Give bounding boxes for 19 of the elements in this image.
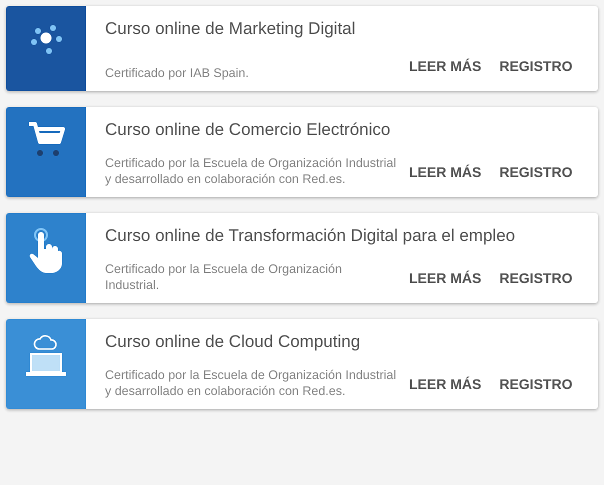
- course-title: Curso online de Comercio Electrónico: [105, 119, 392, 141]
- read-more-button[interactable]: LEER MÁS: [405, 266, 486, 291]
- register-button[interactable]: REGISTRO: [495, 160, 576, 185]
- pointing-hand-icon: [29, 227, 63, 275]
- read-more-button[interactable]: LEER MÁS: [405, 160, 486, 185]
- register-button[interactable]: REGISTRO: [495, 372, 576, 397]
- register-button[interactable]: REGISTRO: [495, 266, 576, 291]
- course-description: Certificado por la Escuela de Organización Industrial y desarrollado en colaboración con Red.es.: [105, 155, 397, 187]
- course-description: Certificado por la Escuela de Organización Industrial y desarrollado en colaboración con Red.es.: [105, 367, 397, 399]
- course-description: Certificado por IAB Spain.: [105, 65, 250, 81]
- course-title: Curso online de Cloud Computing: [105, 331, 362, 353]
- course-description: Certificado por la Escuela de Organización Industrial.: [105, 261, 343, 293]
- read-more-button[interactable]: LEER MÁS: [405, 372, 486, 397]
- cart-icon: [27, 121, 65, 157]
- course-title: Curso online de Marketing Digital: [105, 18, 356, 40]
- read-more-button[interactable]: LEER MÁS: [405, 54, 486, 79]
- laptop-cloud-icon: [25, 333, 67, 377]
- register-button[interactable]: REGISTRO: [495, 54, 576, 79]
- course-title: Curso online de Transformación Digital para el empleo: [105, 225, 516, 247]
